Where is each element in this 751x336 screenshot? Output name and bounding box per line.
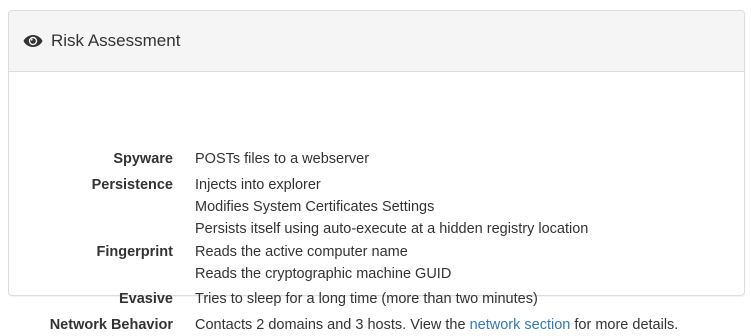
risk-description-line: Tries to sleep for a long time (more tha…	[195, 291, 538, 307]
risk-description-line: Reads the cryptographic machine GUID	[195, 266, 452, 282]
panel-title: Risk Assessment	[51, 31, 181, 50]
risk-description-line: Reads the active computer name	[195, 244, 408, 260]
risk-description-line: Persists itself using auto-execute at a …	[195, 221, 589, 237]
risk-description: Contacts 2 domains and 3 hosts. View the…	[195, 314, 678, 336]
panel-heading: Risk Assessment	[9, 11, 744, 72]
risk-term: Spyware	[113, 151, 173, 167]
risk-description-line: Contacts 2 domains and 3 hosts. View the…	[195, 314, 678, 336]
risk-description: Injects into explorer Modifies System Ce…	[195, 174, 588, 240]
risk-description: POSTs files to a webserver	[195, 148, 369, 170]
risk-assessment-panel: Risk Assessment Spyware POSTs files to a…	[8, 10, 745, 333]
risk-description: Tries to sleep for a long time (more tha…	[195, 288, 538, 310]
risk-description-line: Injects into explorer	[195, 177, 321, 193]
risk-description-line: POSTs files to a webserver	[195, 151, 370, 167]
risk-description-line: Modifies System Certificates Settings	[195, 199, 435, 215]
eye-icon	[23, 35, 43, 47]
network-text-after: for more details.	[570, 317, 679, 333]
risk-term: Network Behavior	[49, 317, 173, 333]
risk-term: Fingerprint	[96, 244, 173, 260]
network-section-link[interactable]: network section	[470, 317, 571, 333]
risk-term: Persistence	[91, 177, 173, 193]
risk-term: Evasive	[118, 291, 173, 307]
network-text-before: Contacts 2 domains and 3 hosts. View the	[195, 317, 470, 333]
risk-description: Reads the active computer name Reads the…	[195, 241, 451, 285]
